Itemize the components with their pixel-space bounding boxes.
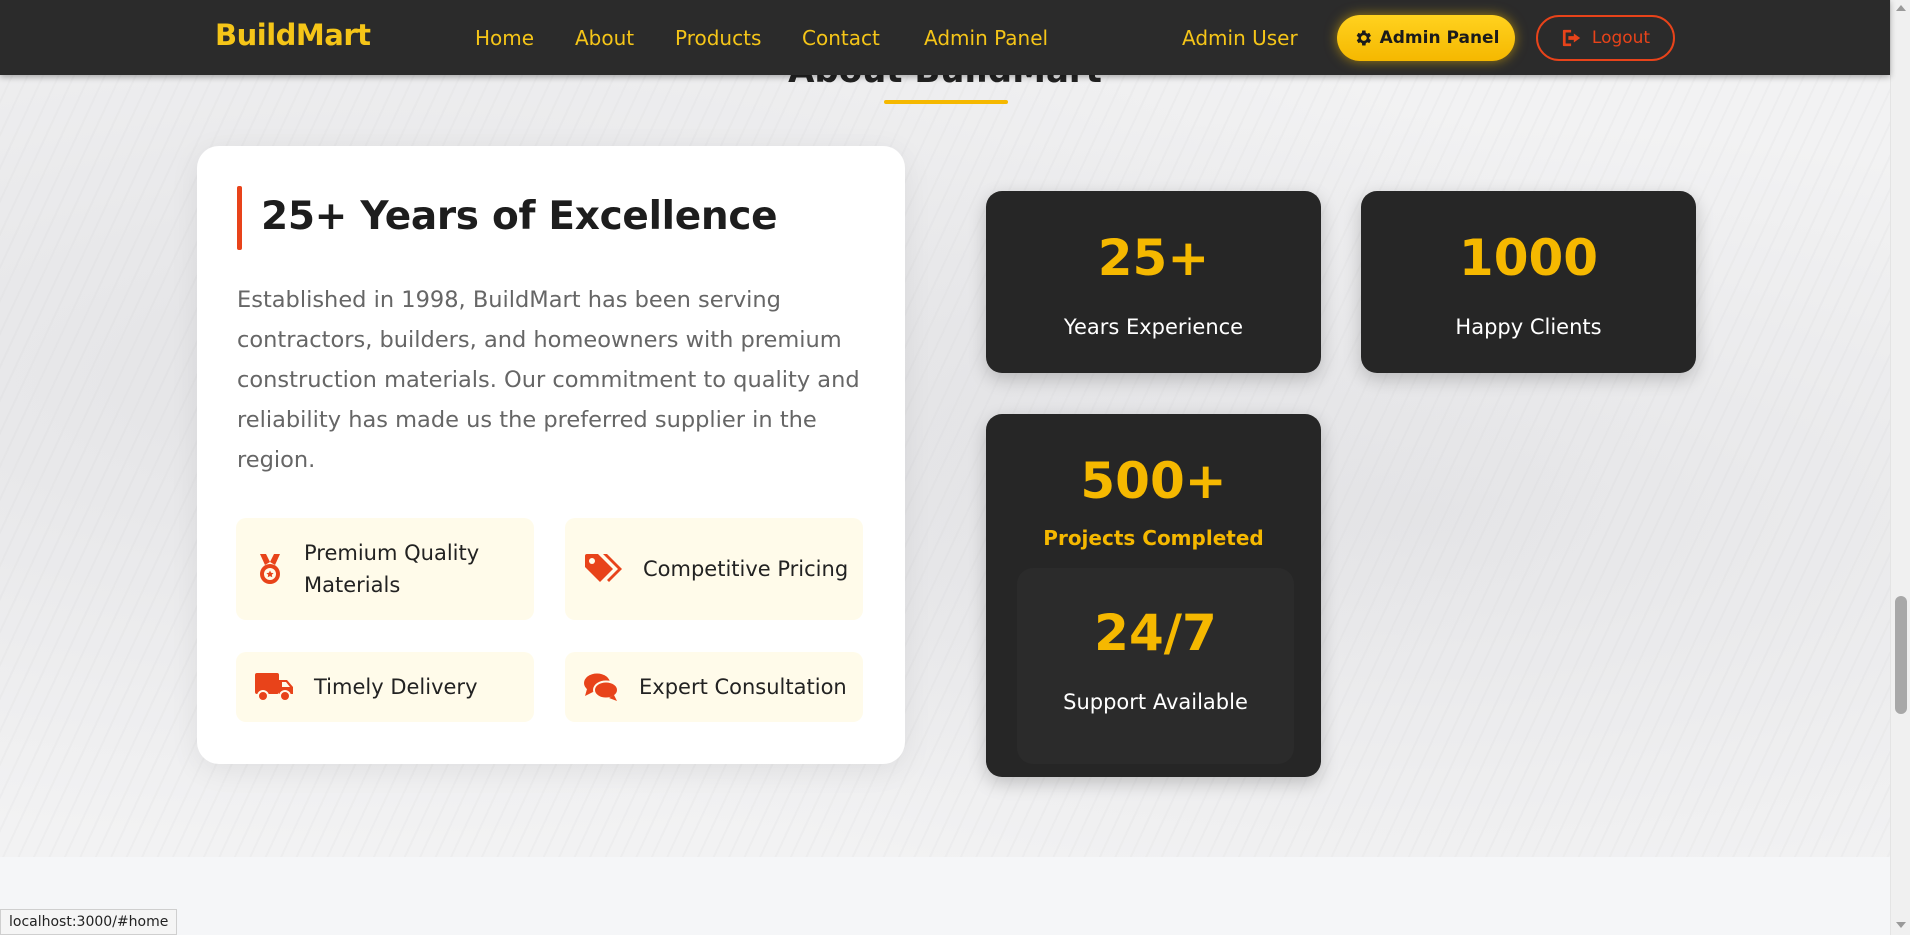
admin-panel-button[interactable]: Admin Panel <box>1337 15 1515 61</box>
truck-icon <box>254 671 294 703</box>
stat-card-support: 24/7 Support Available <box>1017 568 1294 764</box>
about-description: Established in 1998, BuildMart has been … <box>237 287 860 473</box>
about-heading: 25+ Years of Excellence <box>261 194 778 239</box>
stat-value: 500+ <box>1080 452 1227 510</box>
stat-card-clients: 1000 Happy Clients <box>1361 191 1696 373</box>
comments-icon <box>583 672 619 702</box>
stat-card-projects: 500+ Projects Completed 24/7 Support Ava… <box>986 414 1321 777</box>
top-navbar: BuildMart Home About Products Contact Ad… <box>0 0 1890 75</box>
about-card: 25+ Years of Excellence Established in 1… <box>197 146 905 764</box>
brand-logo[interactable]: BuildMart <box>215 18 371 52</box>
stat-label: Projects Completed <box>1043 526 1264 550</box>
feature-label: Timely Delivery <box>314 675 478 699</box>
stat-label: Happy Clients <box>1455 315 1602 339</box>
feature-timely-delivery: Timely Delivery <box>236 652 534 722</box>
feature-competitive-pricing: Competitive Pricing <box>565 518 863 620</box>
stat-card-experience: 25+ Years Experience <box>986 191 1321 373</box>
feature-label: Premium Quality Materials <box>304 541 480 597</box>
stat-label: Support Available <box>1063 690 1248 714</box>
page-scrollbar[interactable] <box>1890 0 1910 935</box>
medal-icon <box>254 552 286 586</box>
nav-link-contact[interactable]: Contact <box>802 26 880 50</box>
stat-value: 25+ <box>1097 229 1210 287</box>
stat-label: Years Experience <box>1063 315 1244 339</box>
section-footer-band <box>0 857 1890 935</box>
current-user-name: Admin User <box>1182 26 1298 50</box>
admin-panel-button-label: Admin Panel <box>1379 28 1500 48</box>
heading-accent-bar <box>237 186 242 250</box>
tags-icon <box>583 553 623 585</box>
logout-button[interactable]: Logout <box>1536 15 1675 61</box>
logout-button-label: Logout <box>1591 28 1651 48</box>
feature-premium-quality: Premium Quality Materials <box>236 518 534 620</box>
stat-value: 24/7 <box>1094 604 1217 662</box>
feature-label: Competitive Pricing <box>643 557 849 581</box>
feature-label: Expert Consultation <box>639 675 847 699</box>
gear-icon <box>1353 28 1373 48</box>
section-title-underline <box>884 100 1008 104</box>
nav-link-products[interactable]: Products <box>675 26 761 50</box>
nav-link-home[interactable]: Home <box>475 26 534 50</box>
status-bar-url: localhost:3000/#home <box>0 909 178 935</box>
nav-link-about[interactable]: About <box>575 26 634 50</box>
nav-link-admin-panel[interactable]: Admin Panel <box>924 26 1048 50</box>
logout-icon <box>1561 28 1583 48</box>
scroll-thumb[interactable] <box>1895 596 1907 714</box>
scroll-up-arrow-icon[interactable] <box>1896 5 1906 11</box>
stat-value: 1000 <box>1458 229 1599 287</box>
scroll-down-arrow-icon[interactable] <box>1896 922 1906 928</box>
feature-expert-consultation: Expert Consultation <box>565 652 863 722</box>
